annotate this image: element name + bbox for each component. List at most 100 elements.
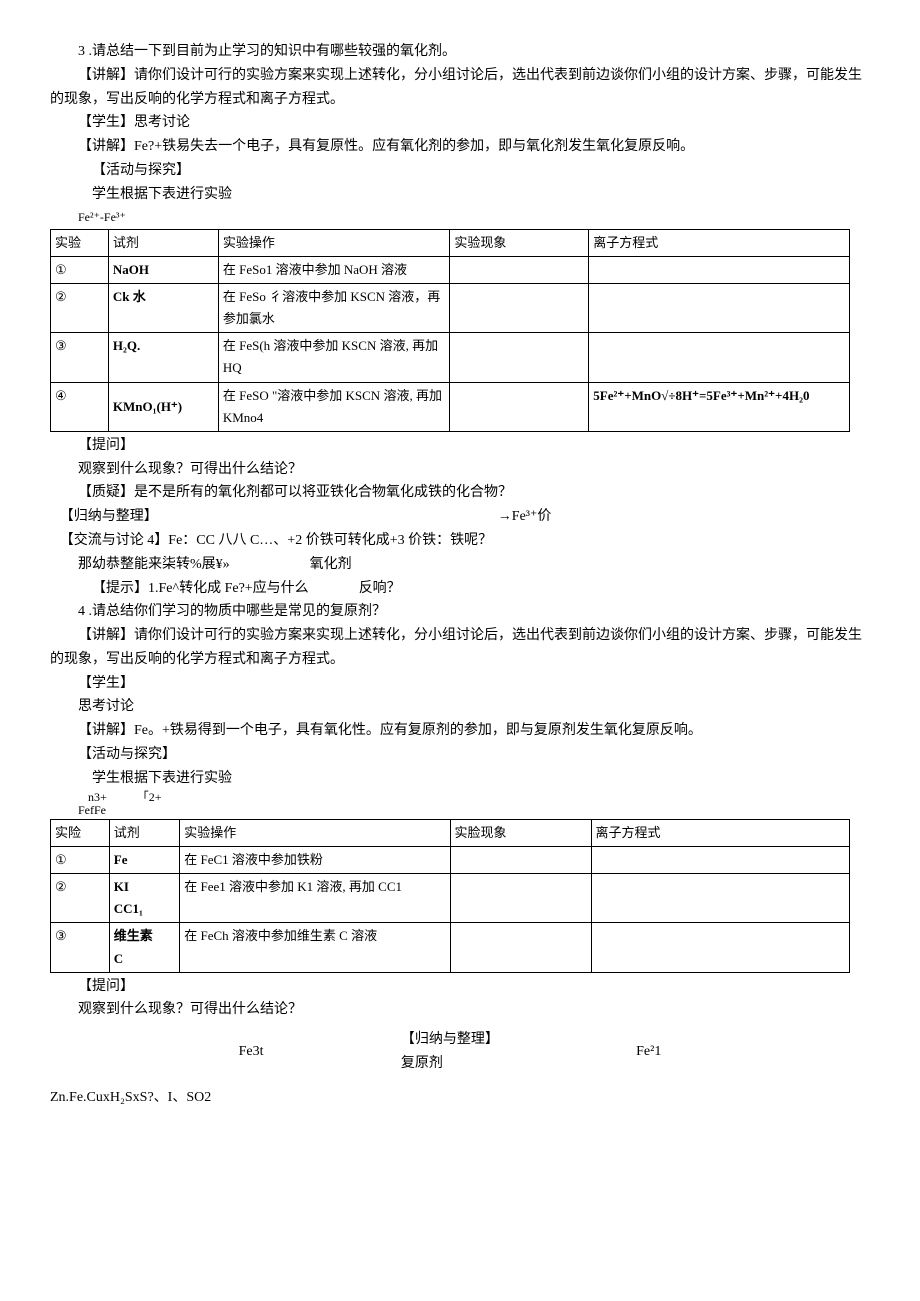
- cell-id: ②: [51, 874, 110, 923]
- cell-equation: [591, 847, 850, 874]
- cell-equation: 5Fe²⁺+MnO√÷8H⁺=5Fe³⁺+Mn²⁺+4H₂0: [589, 382, 850, 431]
- reagent-text: 维生素 C: [114, 928, 153, 965]
- activity-1-note: 学生根据下表进行实验: [50, 183, 870, 207]
- discuss-4b-right: 氧化剂: [310, 553, 352, 577]
- cell-operation: 在 FeSo1 溶液中参加 NaOH 溶液: [218, 257, 450, 284]
- cell-equation: [591, 874, 850, 923]
- question-label-2: 【提问】: [50, 975, 870, 999]
- bottom-b2: 复原剂: [401, 1056, 443, 1071]
- student-2b: 思考讨论: [50, 695, 870, 719]
- bottom-list: Zn.Fe.CuxH₂SxS?、I、SO2: [50, 1086, 870, 1110]
- cell-id: ①: [51, 847, 110, 874]
- student-1: 【学生】思考讨论: [50, 111, 870, 135]
- cell-phenomenon: [450, 284, 589, 333]
- cell-reagent: KI CC1₁: [109, 874, 180, 923]
- activity-1-label: 【活动与探究】: [50, 159, 870, 183]
- student-2a: 【学生】: [50, 672, 870, 696]
- cell-operation: 在 FeCh 溶液中参加维生素 C 溶液: [180, 923, 450, 972]
- formula-block-2: n3+ 「2+ FefFe: [78, 791, 870, 817]
- table-row: ④ KMnO₁(H⁺) 在 FeSO "溶液中参加 KSCN 溶液, 再加 KM…: [51, 382, 850, 431]
- th-phenomenon: 实验现象: [450, 229, 589, 256]
- th-equation: 离子方程式: [589, 229, 850, 256]
- cell-reagent: H₂Q.: [108, 333, 218, 382]
- bottom-b1: 【归纳与整理】: [401, 1032, 499, 1047]
- reagent-text: NaOH: [113, 262, 149, 277]
- cell-phenomenon: [450, 257, 589, 284]
- hint-1: 【提示】1.Fe^转化成 Fe?+应与什么: [92, 577, 309, 601]
- table-header-row: 实险 试剂 实验操作 实脸现象 离子方程式: [51, 820, 850, 847]
- bottom-c: Fe²1: [636, 1040, 661, 1064]
- reagent-text: H₂Q.: [113, 338, 140, 353]
- cell-phenomenon: [450, 382, 589, 431]
- bottom-b-block: 【归纳与整理】 复原剂: [401, 1028, 499, 1076]
- cell-operation: 在 FeS(h 溶液中参加 KSCN 溶液, 再加 HQ: [218, 333, 450, 382]
- th-id: 实险: [51, 820, 110, 847]
- formula-2a: n3+: [88, 791, 107, 804]
- reagent-text: KMnO₁(H⁺): [113, 399, 182, 414]
- explain-2: 【讲解】Fe?+铁易失去一个电子，具有复原性。应有氧化剂的参加，即与氧化剂发生氧…: [50, 135, 870, 159]
- table-row: ③ 维生素 C 在 FeCh 溶液中参加维生素 C 溶液: [51, 923, 850, 972]
- table-row: ① Fe 在 FeC1 溶液中参加铁粉: [51, 847, 850, 874]
- activity-2-label: 【活动与探究】: [50, 743, 870, 767]
- experiment-table-2: 实险 试剂 实验操作 实脸现象 离子方程式 ① Fe 在 FeC1 溶液中参加铁…: [50, 819, 850, 973]
- th-reagent: 试剂: [109, 820, 180, 847]
- question-text-1: 观察到什么现象？可得出什么结论？: [50, 458, 870, 482]
- summary-row: 【归纳与整理】 →Fe³⁺价: [50, 505, 870, 529]
- cell-operation: 在 Fee1 溶液中参加 K1 溶液, 再加 CC1: [180, 874, 450, 923]
- cell-equation: [591, 923, 850, 972]
- cell-id: ②: [51, 284, 109, 333]
- bottom-summary-row: Fe3t 【归纳与整理】 复原剂 Fe²1: [170, 1028, 730, 1076]
- summary-right: →Fe³⁺价: [498, 505, 552, 529]
- cell-equation: [589, 333, 850, 382]
- cell-reagent: Fe: [109, 847, 180, 874]
- explain-4: 【讲解】Fe。+铁易得到一个电子，具有氧化性。应有复原剂的参加，即与复原剂发生氧…: [50, 719, 870, 743]
- cell-id: ④: [51, 382, 109, 431]
- question-label-1: 【提问】: [50, 434, 870, 458]
- discuss-4b: 那幼恭整能来柒转%展¥»: [78, 553, 230, 577]
- bottom-a: Fe3t: [239, 1040, 264, 1064]
- cell-phenomenon: [450, 874, 591, 923]
- cell-reagent: Ck 水: [108, 284, 218, 333]
- th-equation: 离子方程式: [591, 820, 850, 847]
- cell-operation: 在 FeC1 溶液中参加铁粉: [180, 847, 450, 874]
- question-4: 4 .请总结你们学习的物质中哪些是常见的复原剂？: [50, 600, 870, 624]
- th-operation: 实验操作: [218, 229, 450, 256]
- formula-2b: 「2+: [137, 791, 162, 804]
- formula-fe2-fe3: Fe²⁺-Fe³⁺: [78, 207, 870, 227]
- th-phenomenon: 实脸现象: [450, 820, 591, 847]
- cell-id: ③: [51, 923, 110, 972]
- table-row: ② Ck 水 在 FeSo 彳溶液中参加 KSCN 溶液，再参加氯水: [51, 284, 850, 333]
- cell-id: ③: [51, 333, 109, 382]
- summary-label: 【归纳与整理】: [60, 505, 158, 529]
- experiment-table-1: 实验 试剂 实验操作 实验现象 离子方程式 ① NaOH 在 FeSo1 溶液中…: [50, 229, 850, 432]
- table-row: ② KI CC1₁ 在 Fee1 溶液中参加 K1 溶液, 再加 CC1: [51, 874, 850, 923]
- hint-1-row: 【提示】1.Fe^转化成 Fe?+应与什么 反响？: [50, 577, 870, 601]
- explain-3: 【讲解】请你们设计可行的实验方案来实现上述转化，分小组讨论后，选出代表到前边谈你…: [50, 624, 870, 672]
- equation-text: 5Fe²⁺+MnO√÷8H⁺=5Fe³⁺+Mn²⁺+4H₂0: [593, 388, 809, 403]
- formula-2c: FefFe: [78, 804, 870, 817]
- cell-phenomenon: [450, 333, 589, 382]
- question-3: 3 .请总结一下到目前为止学习的知识中有哪些较强的氧化剂。: [50, 40, 870, 64]
- cell-operation: 在 FeSO "溶液中参加 KSCN 溶液, 再加 KMno4: [218, 382, 450, 431]
- th-operation: 实验操作: [180, 820, 450, 847]
- explain-1: 【讲解】请你们设计可行的实验方案来实现上述转化，分小组讨论后，选出代表到前边谈你…: [50, 64, 870, 112]
- cell-id: ①: [51, 257, 109, 284]
- discuss-4: 【交流与讨论 4】Fe：CC 八八 C…、+2 价铁可转化成+3 价铁：铁呢？: [60, 529, 870, 553]
- reagent-text: Ck 水: [113, 289, 146, 304]
- cell-equation: [589, 284, 850, 333]
- table-row: ③ H₂Q. 在 FeS(h 溶液中参加 KSCN 溶液, 再加 HQ: [51, 333, 850, 382]
- cell-phenomenon: [450, 923, 591, 972]
- table-row: ① NaOH 在 FeSo1 溶液中参加 NaOH 溶液: [51, 257, 850, 284]
- th-reagent: 试剂: [108, 229, 218, 256]
- cell-reagent: KMnO₁(H⁺): [108, 382, 218, 431]
- cell-reagent: NaOH: [108, 257, 218, 284]
- doubt-1: 【质疑】是不是所有的氧化剂都可以将亚铁化合物氧化成铁的化合物？: [50, 481, 870, 505]
- discuss-4b-row: 那幼恭整能来柒转%展¥» 氧化剂: [50, 553, 870, 577]
- table-header-row: 实验 试剂 实验操作 实验现象 离子方程式: [51, 229, 850, 256]
- activity-2-note: 学生根据下表进行实验: [50, 767, 870, 791]
- cell-operation: 在 FeSo 彳溶液中参加 KSCN 溶液，再参加氯水: [218, 284, 450, 333]
- reagent-text: KI CC1₁: [114, 879, 143, 916]
- hint-1-right: 反响？: [359, 577, 401, 601]
- cell-phenomenon: [450, 847, 591, 874]
- question-text-2: 观察到什么现象？可得出什么结论？: [50, 998, 870, 1022]
